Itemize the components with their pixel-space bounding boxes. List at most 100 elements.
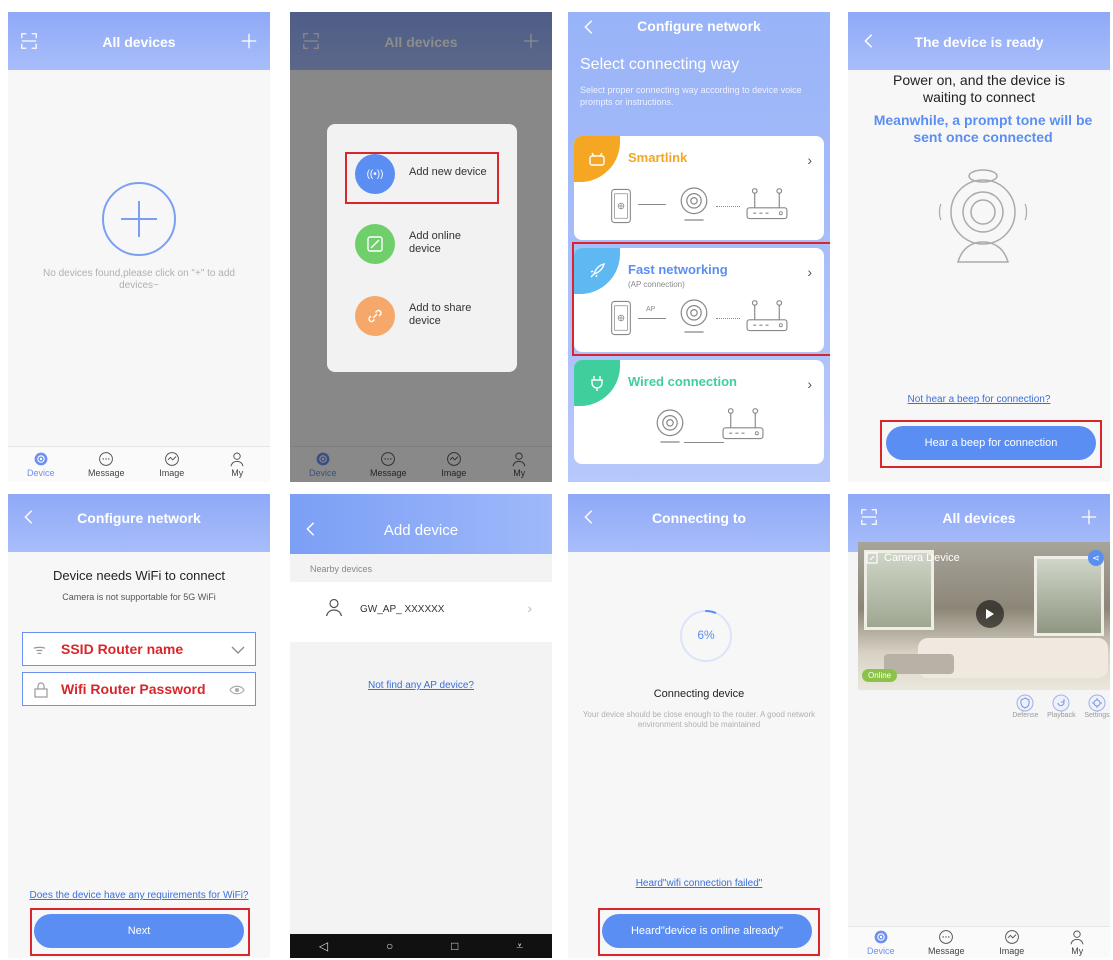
my-icon bbox=[229, 451, 245, 467]
tab-message[interactable]: Message bbox=[74, 447, 140, 482]
play-button[interactable] bbox=[976, 600, 1004, 628]
option-title: Smartlink bbox=[628, 150, 688, 165]
recents-nav-icon[interactable]: □ bbox=[451, 939, 458, 953]
screen-all-devices-with-camera: All devices Camera Device ⋖ Online Defen… bbox=[848, 494, 1110, 958]
menu-item-add-to-share-device[interactable]: Add to share device bbox=[347, 292, 507, 340]
not-find-ap-link[interactable]: Not find any AP device? bbox=[290, 680, 552, 691]
notification-nav-icon[interactable]: ⩡ bbox=[516, 939, 523, 954]
status-text: Connecting device bbox=[653, 688, 745, 700]
section-note: Camera is not supportable for 5G WiFi bbox=[62, 592, 216, 602]
chevron-right-icon: › bbox=[807, 152, 812, 168]
screen-select-connecting-way: Configure network Select connecting way … bbox=[568, 12, 830, 482]
tab-device[interactable]: Device bbox=[8, 447, 74, 482]
chevron-right-icon: › bbox=[807, 376, 812, 392]
device-name: Camera Device bbox=[884, 552, 960, 564]
gear-icon bbox=[1088, 694, 1106, 712]
highlight-box bbox=[880, 420, 1102, 468]
page-title: Configure network bbox=[637, 18, 761, 34]
tab-bar: Device Message Image My bbox=[848, 926, 1110, 958]
shield-icon bbox=[1016, 694, 1034, 712]
edit-icon[interactable] bbox=[866, 552, 878, 564]
menu-item-add-online-device[interactable]: Add online device bbox=[347, 220, 507, 268]
screen-connecting: Connecting to 6% Connecting device Your … bbox=[568, 494, 830, 958]
tab-device[interactable]: Device bbox=[848, 927, 914, 958]
screen-add-device-list: Add device Nearby devices GW_AP_ XXXXXX … bbox=[290, 494, 552, 958]
edit-icon bbox=[355, 224, 395, 264]
tab-image[interactable]: Image bbox=[979, 927, 1045, 958]
settings-action[interactable]: Settings bbox=[1084, 694, 1110, 728]
wifi-icon: ᯤ bbox=[33, 641, 46, 657]
nav-bar: All devices bbox=[8, 12, 270, 70]
image-icon bbox=[164, 451, 180, 467]
image-icon bbox=[1004, 929, 1020, 945]
status-note: Your device should be close enough to th… bbox=[582, 710, 816, 729]
router-icon bbox=[744, 184, 790, 224]
router-icon bbox=[720, 404, 766, 444]
plus-icon bbox=[121, 201, 157, 237]
device-actions: Defense Playback Settings bbox=[1008, 694, 1110, 728]
page-title: Add device bbox=[383, 522, 459, 539]
device-list-item[interactable]: GW_AP_ XXXXXX › bbox=[290, 582, 552, 642]
chevron-down-icon[interactable] bbox=[231, 645, 245, 655]
section-heading: Device needs WiFi to connect bbox=[53, 568, 225, 583]
tab-my[interactable]: My bbox=[205, 447, 271, 482]
ssid-field[interactable]: ᯤ SSID Router name bbox=[22, 632, 256, 666]
password-field[interactable]: Wifi Router Password bbox=[22, 672, 256, 706]
window-shape bbox=[1034, 556, 1104, 636]
camera-icon bbox=[678, 186, 710, 222]
plug-icon bbox=[574, 360, 620, 406]
nav-bar: Configure network bbox=[8, 494, 270, 552]
camera-preview[interactable]: Camera Device ⋖ Online bbox=[858, 542, 1110, 690]
screen-configure-wifi: Configure network Device needs WiFi to c… bbox=[8, 494, 270, 958]
highlight-box bbox=[345, 152, 499, 204]
my-icon bbox=[1069, 929, 1085, 945]
option-title: Wired connection bbox=[628, 374, 737, 389]
option-smartlink[interactable]: Smartlink › bbox=[574, 136, 824, 240]
menu-item-label: Add to share device bbox=[409, 302, 472, 327]
play-icon bbox=[986, 609, 994, 619]
wifi-requirements-link[interactable]: Does the device have any requirements fo… bbox=[8, 890, 270, 901]
back-nav-icon[interactable]: ◁ bbox=[319, 939, 328, 953]
eye-icon[interactable] bbox=[229, 684, 245, 696]
screen-device-ready: The device is ready Power on, and the de… bbox=[848, 12, 1110, 482]
add-device-icon[interactable] bbox=[238, 30, 260, 52]
tab-my[interactable]: My bbox=[1045, 927, 1111, 958]
page-title: All devices bbox=[942, 510, 1016, 526]
status-badge: Online bbox=[862, 669, 898, 682]
page-title: Connecting to bbox=[651, 510, 747, 526]
instruction-text: Power on, and the device is waiting to c… bbox=[893, 72, 1065, 105]
prompt-tone-text: Meanwhile, a prompt tone will be sent on… bbox=[873, 112, 1093, 145]
playback-action[interactable]: Playback bbox=[1047, 694, 1076, 728]
playback-icon bbox=[1052, 694, 1070, 712]
nav-bar: Connecting to bbox=[568, 494, 830, 552]
wifi-failed-link[interactable]: Heard"wifi connection failed" bbox=[568, 878, 830, 889]
password-value: Wifi Router Password bbox=[61, 681, 206, 697]
option-wired-connection[interactable]: Wired connection › bbox=[574, 360, 824, 464]
lock-icon bbox=[34, 682, 48, 698]
tab-image[interactable]: Image bbox=[139, 447, 205, 482]
tab-message[interactable]: Message bbox=[914, 927, 980, 958]
device-icon bbox=[33, 451, 49, 467]
message-icon bbox=[98, 451, 114, 467]
nav-bar: Add device bbox=[290, 494, 552, 554]
android-icon bbox=[574, 136, 620, 182]
device-icon bbox=[873, 929, 889, 945]
link-icon bbox=[355, 296, 395, 336]
screen-add-menu: All devices Device Message Image My ((•)… bbox=[290, 12, 552, 482]
not-hear-beep-link[interactable]: Not hear a beep for connection? bbox=[848, 394, 1110, 405]
big-add-button[interactable] bbox=[102, 182, 176, 256]
home-nav-icon[interactable]: ○ bbox=[386, 939, 393, 953]
progress-ring: 6% bbox=[678, 608, 734, 664]
highlight-box bbox=[30, 908, 250, 956]
share-icon[interactable]: ⋖ bbox=[1088, 550, 1104, 566]
screen-all-devices-empty: All devices No devices found,please clic… bbox=[8, 12, 270, 482]
device-name: GW_AP_ XXXXXX bbox=[360, 604, 445, 615]
section-label: Nearby devices bbox=[310, 564, 373, 574]
defense-action[interactable]: Defense bbox=[1012, 694, 1038, 728]
device-card-header: Camera Device bbox=[866, 552, 960, 564]
highlight-box bbox=[572, 242, 830, 356]
system-navigation-bar: ◁ ○ □ ⩡ bbox=[290, 934, 552, 958]
section-heading: Select connecting way bbox=[580, 56, 740, 73]
add-device-icon[interactable] bbox=[1078, 506, 1100, 528]
progress-percent: 6% bbox=[697, 628, 715, 642]
